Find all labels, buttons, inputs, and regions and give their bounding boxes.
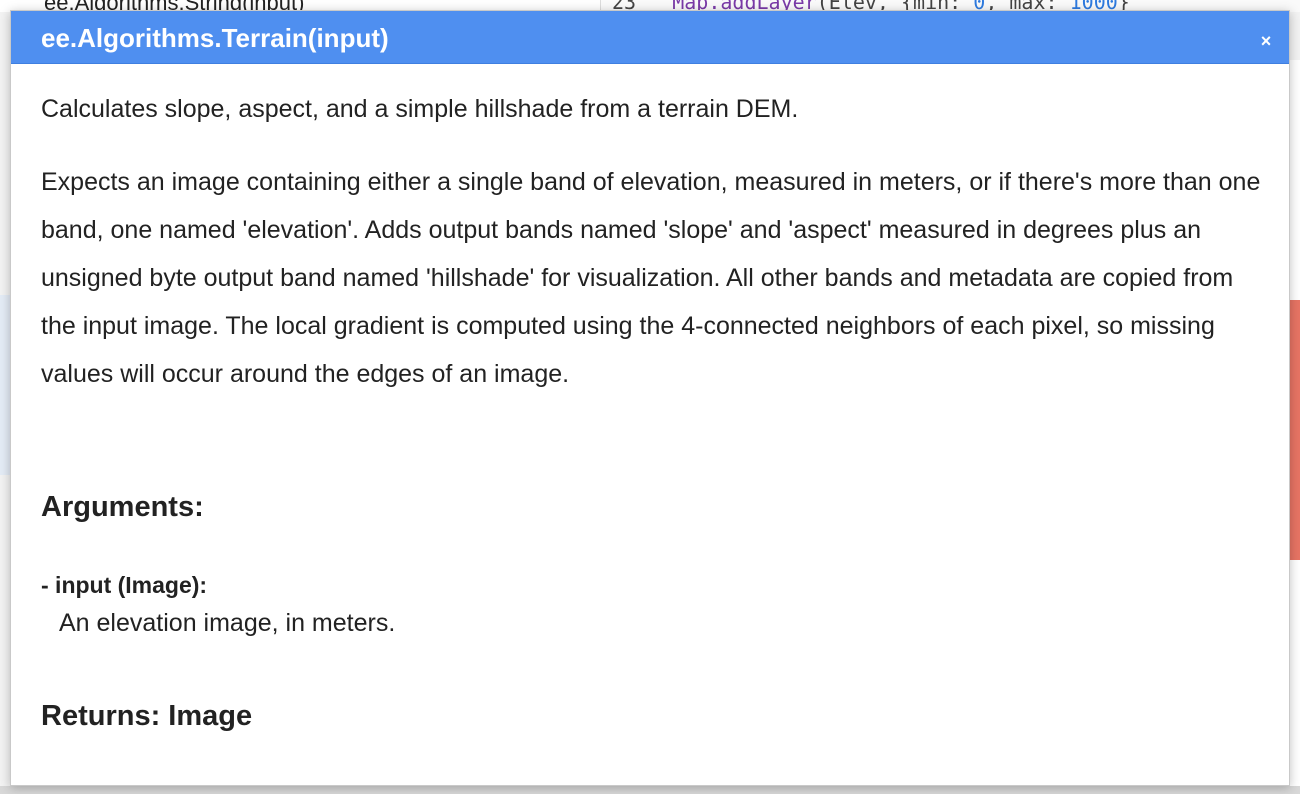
returns-heading: Returns: Image <box>41 700 253 732</box>
argument-description: An elevation image, in meters. <box>59 609 396 637</box>
arguments-heading: Arguments: <box>41 491 204 523</box>
map-panel-edge <box>0 786 1300 794</box>
console-error-edge <box>1290 300 1300 560</box>
function-description: Expects an image containing either a sin… <box>41 168 1261 388</box>
scripts-panel-edge <box>0 295 10 475</box>
argument-signature: - input (Image): <box>41 572 208 598</box>
function-summary: Calculates slope, aspect, and a simple h… <box>41 95 799 123</box>
close-icon[interactable]: × <box>1255 30 1277 52</box>
doc-dialog: ee.Algorithms.Terrain(input) × Calculate… <box>10 10 1290 786</box>
dialog-title: ee.Algorithms.Terrain(input) <box>41 23 389 53</box>
dialog-titlebar[interactable]: ee.Algorithms.Terrain(input) × <box>11 11 1289 64</box>
